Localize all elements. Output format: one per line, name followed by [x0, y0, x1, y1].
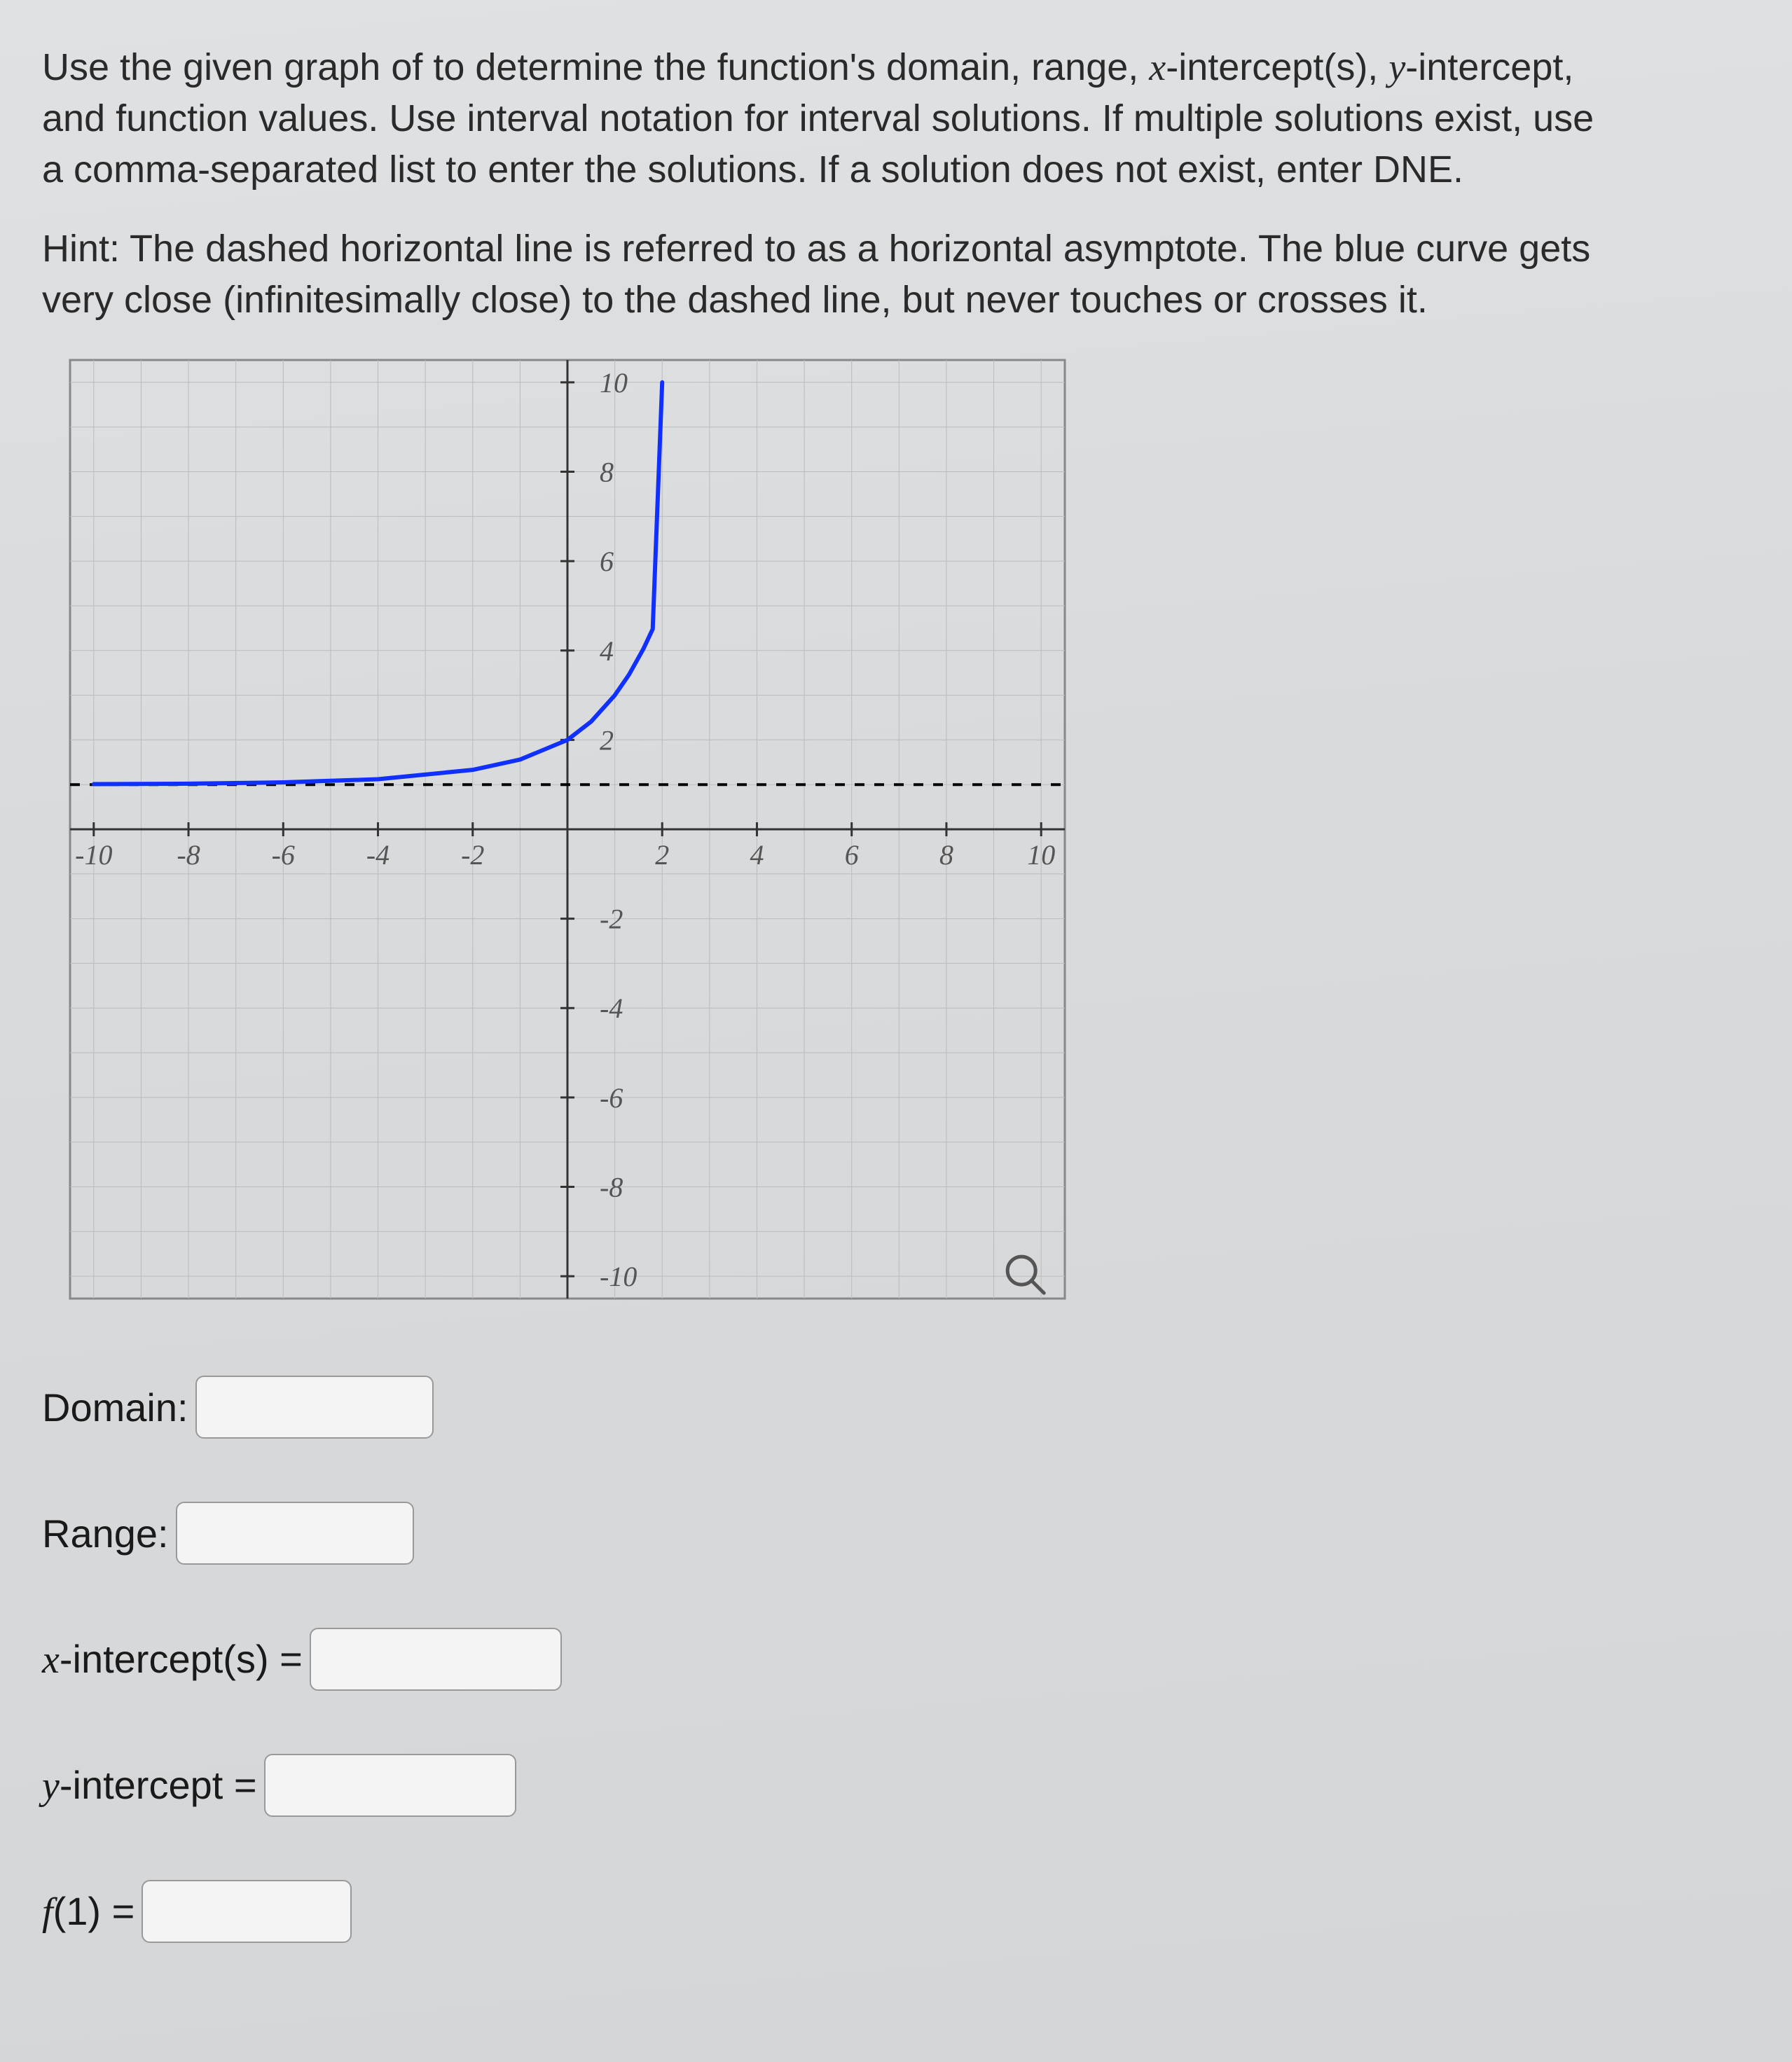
x-intercept-input[interactable] [310, 1628, 562, 1691]
domain-input[interactable] [195, 1376, 434, 1439]
svg-text:-6: -6 [272, 839, 295, 871]
domain-row: Domain: [42, 1376, 1736, 1439]
f1-input[interactable] [142, 1880, 352, 1943]
hint-line1: Hint: The dashed horizontal line is refe… [42, 228, 1590, 270]
graph: -10 -8 -6 -4 -2 2 4 6 8 10 -10 -8 -6 -4 -2 2 4 6 8 10 [49, 339, 1086, 1320]
svg-text:-10: -10 [75, 839, 112, 871]
f1-row: f(1) = [42, 1880, 1736, 1943]
y-intercept-label: y-intercept = [42, 1762, 257, 1808]
x-var: x [1149, 46, 1166, 88]
problem-statement: Use the given graph of to determine the … [42, 42, 1736, 195]
range-label: Range: [42, 1511, 169, 1556]
y-var: y [1388, 46, 1405, 88]
svg-text:-8: -8 [600, 1172, 623, 1203]
problem-line1-pre: Use the given graph of to determine the … [42, 46, 1149, 88]
svg-text:2: 2 [655, 839, 669, 871]
svg-text:8: 8 [600, 457, 614, 488]
x-intercept-row: x-intercept(s) = [42, 1628, 1736, 1691]
svg-text:6: 6 [600, 546, 614, 578]
answer-section: Domain: Range: x-intercept(s) = y-interc… [42, 1376, 1736, 1943]
svg-text:-4: -4 [366, 839, 390, 871]
svg-text:10: 10 [1027, 839, 1055, 871]
svg-text:8: 8 [939, 839, 953, 871]
range-row: Range: [42, 1502, 1736, 1565]
graph-svg: -10 -8 -6 -4 -2 2 4 6 8 10 -10 -8 -6 -4 -2 2 4 6 8 10 [49, 339, 1086, 1320]
problem-line2: and function values. Use interval notati… [42, 97, 1594, 139]
problem-line1-mid: -intercept(s), [1166, 46, 1388, 88]
range-input[interactable] [176, 1502, 414, 1565]
svg-text:-2: -2 [461, 839, 484, 871]
svg-text:-10: -10 [600, 1261, 637, 1293]
svg-text:-6: -6 [600, 1082, 623, 1114]
svg-text:4: 4 [750, 839, 764, 871]
x-intercept-label: x-intercept(s) = [42, 1636, 303, 1682]
svg-text:4: 4 [600, 635, 614, 667]
y-intercept-row: y-intercept = [42, 1754, 1736, 1817]
y-intercept-input[interactable] [264, 1754, 516, 1817]
domain-label: Domain: [42, 1385, 188, 1430]
hint-text: Hint: The dashed horizontal line is refe… [42, 223, 1736, 326]
svg-text:-8: -8 [177, 839, 200, 871]
hint-line2: very close (infinitesimally close) to th… [42, 279, 1428, 321]
problem-line3: a comma-separated list to enter the solu… [42, 148, 1463, 191]
svg-text:10: 10 [600, 367, 628, 399]
svg-text:2: 2 [600, 725, 614, 756]
f1-label: f(1) = [42, 1888, 135, 1935]
problem-line1-post: -intercept, [1405, 46, 1573, 88]
svg-text:-2: -2 [600, 904, 623, 935]
svg-text:6: 6 [845, 839, 859, 871]
svg-text:-4: -4 [600, 993, 623, 1025]
